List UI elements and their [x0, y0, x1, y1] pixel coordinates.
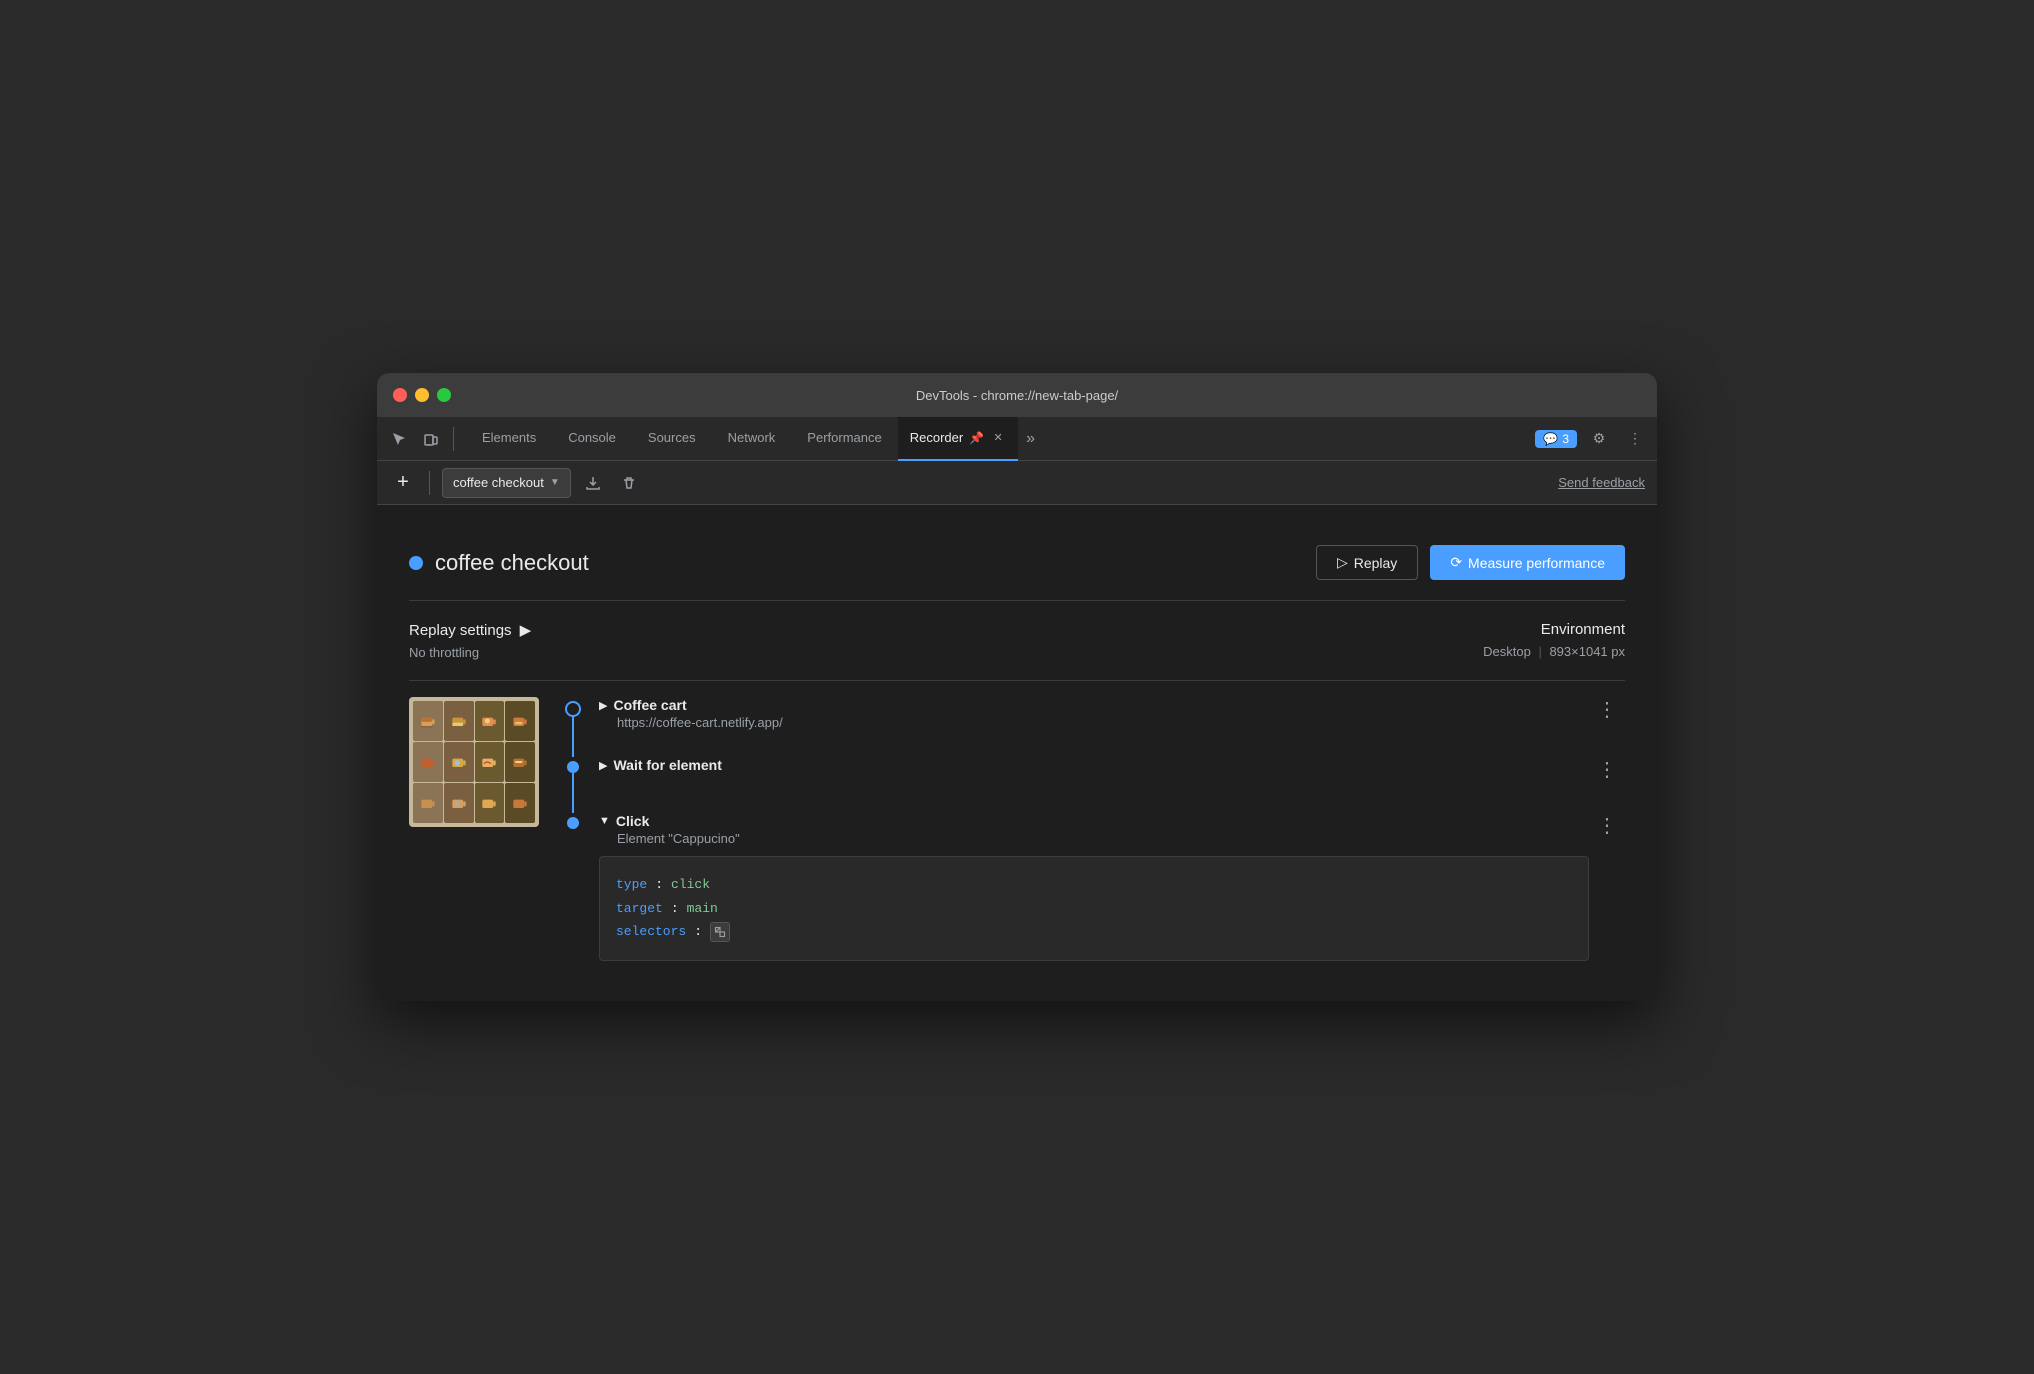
steps-section: ▶ Coffee cart https://coffee-cart.netlif… — [409, 681, 1625, 976]
type-key: type — [616, 873, 647, 896]
more-tabs-button[interactable]: » — [1018, 430, 1043, 448]
titlebar: DevTools - chrome://new-tab-page/ — [377, 373, 1657, 417]
main-content: coffee checkout ▷ Replay ⟳ Measure perfo… — [377, 505, 1657, 1000]
recording-indicator — [409, 556, 423, 570]
maximize-button[interactable] — [437, 388, 451, 402]
step-thumbnail — [409, 697, 539, 827]
code-selectors-line: selectors : — [616, 920, 1572, 943]
code-block: type : click target : main selectors — [599, 856, 1589, 960]
code-type-line: type : click — [616, 873, 1572, 896]
step-dot-1 — [565, 701, 581, 717]
step-header-3[interactable]: ▼ Click — [599, 813, 1589, 829]
pin-icon: 📌 — [969, 431, 984, 445]
tab-performance[interactable]: Performance — [791, 417, 897, 461]
steps-list: ▶ Coffee cart https://coffee-cart.netlif… — [563, 697, 1625, 960]
devtools-toolbar: Elements Console Sources Network Perform… — [377, 417, 1657, 461]
traffic-lights — [393, 388, 451, 402]
replay-settings: Replay settings ▶ No throttling — [409, 621, 531, 660]
notification-badge[interactable]: 💬 3 — [1535, 430, 1577, 448]
step-menu-1[interactable]: ⋮ — [1589, 697, 1625, 722]
measure-icon: ⟳ — [1450, 554, 1462, 571]
selector-picker-icon[interactable] — [710, 922, 730, 942]
header-buttons: ▷ Replay ⟳ Measure performance — [1316, 545, 1625, 580]
step-wait: ▶ Wait for element ⋮ — [563, 757, 1625, 813]
step-line-2 — [572, 773, 574, 813]
add-recording-button[interactable]: + — [389, 469, 417, 497]
selectors-key: selectors — [616, 920, 686, 943]
arrow-icon: ▶ — [520, 621, 532, 639]
step-click: ▼ Click Element "Cappucino" type : click — [563, 813, 1625, 960]
window-title: DevTools - chrome://new-tab-page/ — [916, 388, 1118, 403]
recorder-toolbar: + coffee checkout ▼ Send feedback — [377, 461, 1657, 505]
close-button[interactable] — [393, 388, 407, 402]
tab-elements[interactable]: Elements — [466, 417, 552, 461]
step-navigate: ▶ Coffee cart https://coffee-cart.netlif… — [563, 697, 1625, 757]
replay-settings-toggle[interactable]: Replay settings ▶ — [409, 621, 531, 639]
separator — [429, 471, 430, 495]
step-header-1[interactable]: ▶ Coffee cart — [599, 697, 1589, 713]
environment-value: Desktop | 893×1041 px — [1483, 644, 1625, 659]
code-target-line: target : main — [616, 897, 1572, 920]
toolbar-right: 💬 3 ⚙ ⋮ — [1535, 425, 1649, 453]
send-feedback-link[interactable]: Send feedback — [1558, 475, 1645, 490]
step-label-1: Coffee cart — [613, 697, 686, 713]
delete-button[interactable] — [615, 469, 643, 497]
settings-section: Replay settings ▶ No throttling Environm… — [409, 601, 1625, 681]
step-line-1 — [572, 717, 574, 757]
type-value: click — [671, 873, 710, 896]
chevron-right-icon-2: ▶ — [599, 759, 607, 772]
recording-title: coffee checkout — [409, 550, 589, 576]
step-menu-3[interactable]: ⋮ — [1589, 813, 1625, 838]
recording-name: coffee checkout — [453, 475, 544, 490]
export-button[interactable] — [579, 469, 607, 497]
step-label-2: Wait for element — [613, 757, 721, 773]
play-icon: ▷ — [1337, 554, 1348, 571]
cursor-icon[interactable] — [385, 425, 413, 453]
step-sub-3: Element "Cappucino" — [617, 831, 1589, 846]
environment-label: Environment — [1483, 621, 1625, 638]
recording-name-label: coffee checkout — [435, 550, 589, 576]
recording-selector[interactable]: coffee checkout ▼ — [442, 468, 571, 498]
step-dot-3 — [567, 817, 579, 829]
environment-section: Environment Desktop | 893×1041 px — [1483, 621, 1625, 660]
step-content-1: ▶ Coffee cart https://coffee-cart.netlif… — [599, 697, 1589, 746]
chevron-right-icon: ▶ — [599, 699, 607, 712]
replay-button[interactable]: ▷ Replay — [1316, 545, 1418, 580]
device-icon[interactable] — [417, 425, 445, 453]
step-content-2: ▶ Wait for element — [599, 757, 1589, 789]
minimize-button[interactable] — [415, 388, 429, 402]
step-sub-1: https://coffee-cart.netlify.app/ — [617, 715, 1589, 730]
target-value: main — [687, 897, 718, 920]
tab-console[interactable]: Console — [552, 417, 632, 461]
more-options-button[interactable]: ⋮ — [1621, 425, 1649, 453]
chat-icon: 💬 — [1543, 432, 1558, 446]
step-dot-2 — [567, 761, 579, 773]
chevron-down-icon: ▼ — [550, 477, 560, 488]
target-key: target — [616, 897, 663, 920]
step-header-2[interactable]: ▶ Wait for element — [599, 757, 1589, 773]
chevron-down-icon-3: ▼ — [599, 815, 610, 827]
measure-performance-button[interactable]: ⟳ Measure performance — [1430, 545, 1625, 580]
step-content-3: ▼ Click Element "Cappucino" type : click — [599, 813, 1589, 960]
separator — [453, 427, 454, 451]
tab-close-button[interactable]: ✕ — [990, 430, 1006, 446]
tab-sources[interactable]: Sources — [632, 417, 712, 461]
notification-count: 3 — [1562, 432, 1569, 446]
devtools-window: DevTools - chrome://new-tab-page/ Elemen… — [377, 373, 1657, 1000]
toolbar-icons — [385, 425, 458, 453]
throttle-label: No throttling — [409, 645, 531, 660]
recording-header: coffee checkout ▷ Replay ⟳ Measure perfo… — [409, 529, 1625, 601]
tab-recorder[interactable]: Recorder 📌 ✕ — [898, 417, 1018, 461]
tab-network[interactable]: Network — [712, 417, 792, 461]
step-label-3: Click — [616, 813, 649, 829]
step-menu-2[interactable]: ⋮ — [1589, 757, 1625, 782]
settings-button[interactable]: ⚙ — [1585, 425, 1613, 453]
